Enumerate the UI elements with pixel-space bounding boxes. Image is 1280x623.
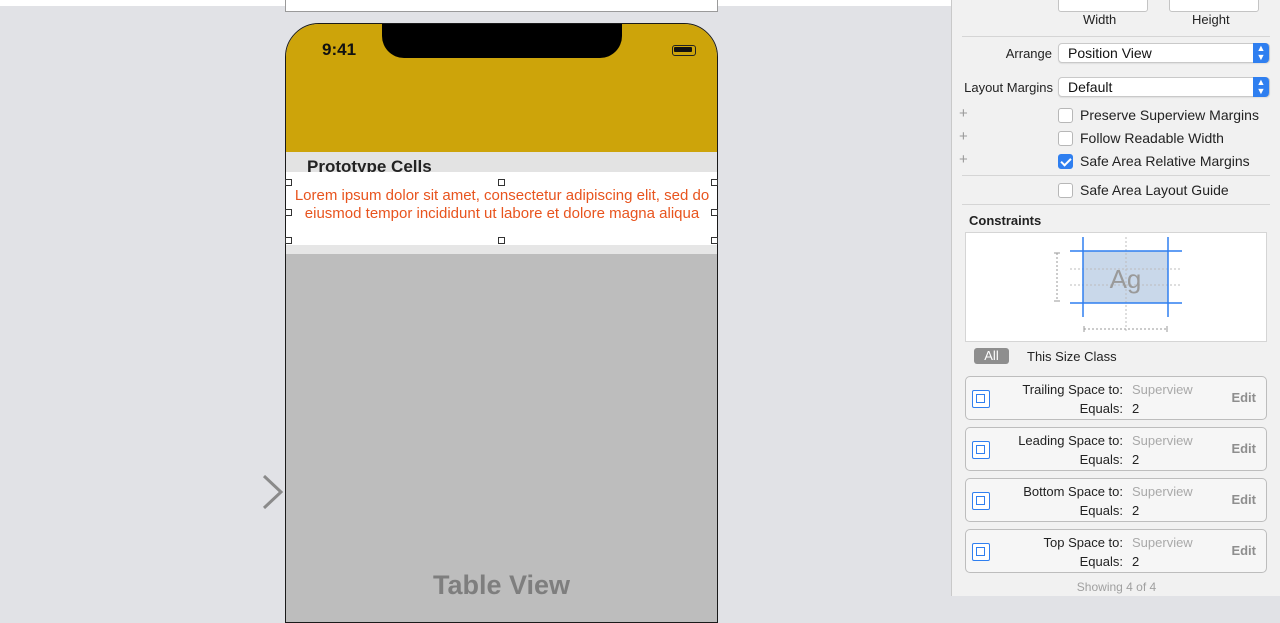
resize-handle-middle-left[interactable] [285,209,292,216]
height-label: Height [1192,12,1230,27]
edit-button[interactable]: Edit [1231,390,1256,405]
leading-space-icon [972,441,990,459]
plus-icon[interactable]: + [959,128,968,145]
entry-point-arrow-icon[interactable] [180,475,286,509]
constraint-title: Trailing Space to: [1022,382,1123,397]
resize-handle-middle-right[interactable] [711,209,718,216]
arrange-label: Arrange [1005,46,1052,61]
constraints-preview-text: Ag [1110,264,1142,294]
resize-handle-bottom-center[interactable] [498,237,505,244]
height-field[interactable] [1169,0,1259,12]
constraint-target: Superview [1132,484,1193,499]
constraint-equals-label: Equals: [1079,554,1123,569]
plus-icon[interactable]: + [959,151,968,168]
layout-margins-label: Layout Margins [964,80,1053,95]
constraint-value: 2 [1132,554,1140,569]
resize-handle-top-right[interactable] [711,179,718,186]
constraint-value: 2 [1132,401,1140,416]
resize-handle-top-center[interactable] [498,179,505,186]
safe-area-relative-margins-checkbox[interactable] [1058,154,1073,169]
edit-button[interactable]: Edit [1231,543,1256,558]
constraint-value: 2 [1132,452,1140,467]
tab-this-size-class[interactable]: This Size Class [1027,349,1117,364]
table-view-placeholder-label: Table View [432,570,571,600]
preserve-superview-margins-checkbox[interactable] [1058,108,1073,123]
resize-handle-bottom-left[interactable] [285,237,292,244]
edit-button[interactable]: Edit [1231,492,1256,507]
follow-readable-width-checkbox[interactable] [1058,131,1073,146]
status-bar-time: 9:41 [322,40,357,59]
plus-icon[interactable]: + [959,105,968,122]
top-space-icon [972,543,990,561]
constraints-title: Constraints [969,213,1042,228]
constraint-row[interactable]: Bottom Space to: Superview Equals: 2 Edi… [965,478,1267,522]
constraint-equals-label: Equals: [1079,503,1123,518]
constraint-title: Bottom Space to: [1023,484,1123,499]
tab-all[interactable]: All [974,348,1009,364]
showing-count: Showing 4 of 4 [1076,580,1157,594]
layout-margins-popup[interactable]: Default ▲ ▼ [1058,77,1270,97]
width-field[interactable] [1058,0,1148,12]
constraints-preview[interactable]: Ag [965,232,1267,342]
constraint-value: 2 [1132,503,1140,518]
cell-separator [286,245,717,254]
safe-area-layout-guide-checkbox[interactable] [1058,183,1073,198]
constraint-equals-label: Equals: [1079,401,1123,416]
storyboard-canvas[interactable]: 9:41 Prototype Cells Lorem ipsum dolor s… [0,0,951,623]
safe-area-layout-guide-label: Safe Area Layout Guide [1080,182,1229,198]
bottom-space-icon [972,492,990,510]
resize-handle-bottom-right[interactable] [711,237,718,244]
constraint-target: Superview [1132,433,1193,448]
divider [962,175,1270,176]
follow-readable-width-label: Follow Readable Width [1080,130,1224,146]
battery-icon [672,45,696,56]
divider [962,36,1270,37]
safe-area-relative-margins-label: Safe Area Relative Margins [1080,153,1250,169]
constraint-row[interactable]: Top Space to: Superview Equals: 2 Edit [965,529,1267,573]
constraint-equals-label: Equals: [1079,452,1123,467]
chevron-updown-icon: ▲ ▼ [1253,77,1269,97]
constraint-title: Leading Space to: [1018,433,1123,448]
width-label: Width [1083,12,1117,27]
constraint-row[interactable]: Leading Space to: Superview Equals: 2 Ed… [965,427,1267,471]
size-inspector-panel: Width Height Arrange Position View ▲ ▼ La… [951,0,1280,596]
previous-scene-frame[interactable] [285,0,718,12]
edit-button[interactable]: Edit [1231,441,1256,456]
chevron-updown-icon: ▲ ▼ [1253,43,1269,63]
arrange-value: Position View [1068,45,1152,61]
resize-handle-top-left[interactable] [285,179,292,186]
constraints-diagram: Ag [1054,237,1182,333]
constraint-row[interactable]: Trailing Space to: Superview Equals: 2 E… [965,376,1267,420]
layout-margins-value: Default [1068,79,1113,95]
device-notch [382,24,622,58]
divider [962,204,1270,205]
cell-label[interactable]: Lorem ipsum dolor sit amet, consectetur … [294,187,710,223]
constraint-target: Superview [1132,382,1193,397]
constraint-title: Top Space to: [1043,535,1124,550]
constraint-target: Superview [1132,535,1193,550]
preserve-superview-margins-label: Preserve Superview Margins [1080,107,1259,123]
iphone-scene[interactable]: 9:41 Prototype Cells Lorem ipsum dolor s… [285,23,718,623]
arrange-popup[interactable]: Position View ▲ ▼ [1058,43,1270,63]
trailing-space-icon [972,390,990,408]
